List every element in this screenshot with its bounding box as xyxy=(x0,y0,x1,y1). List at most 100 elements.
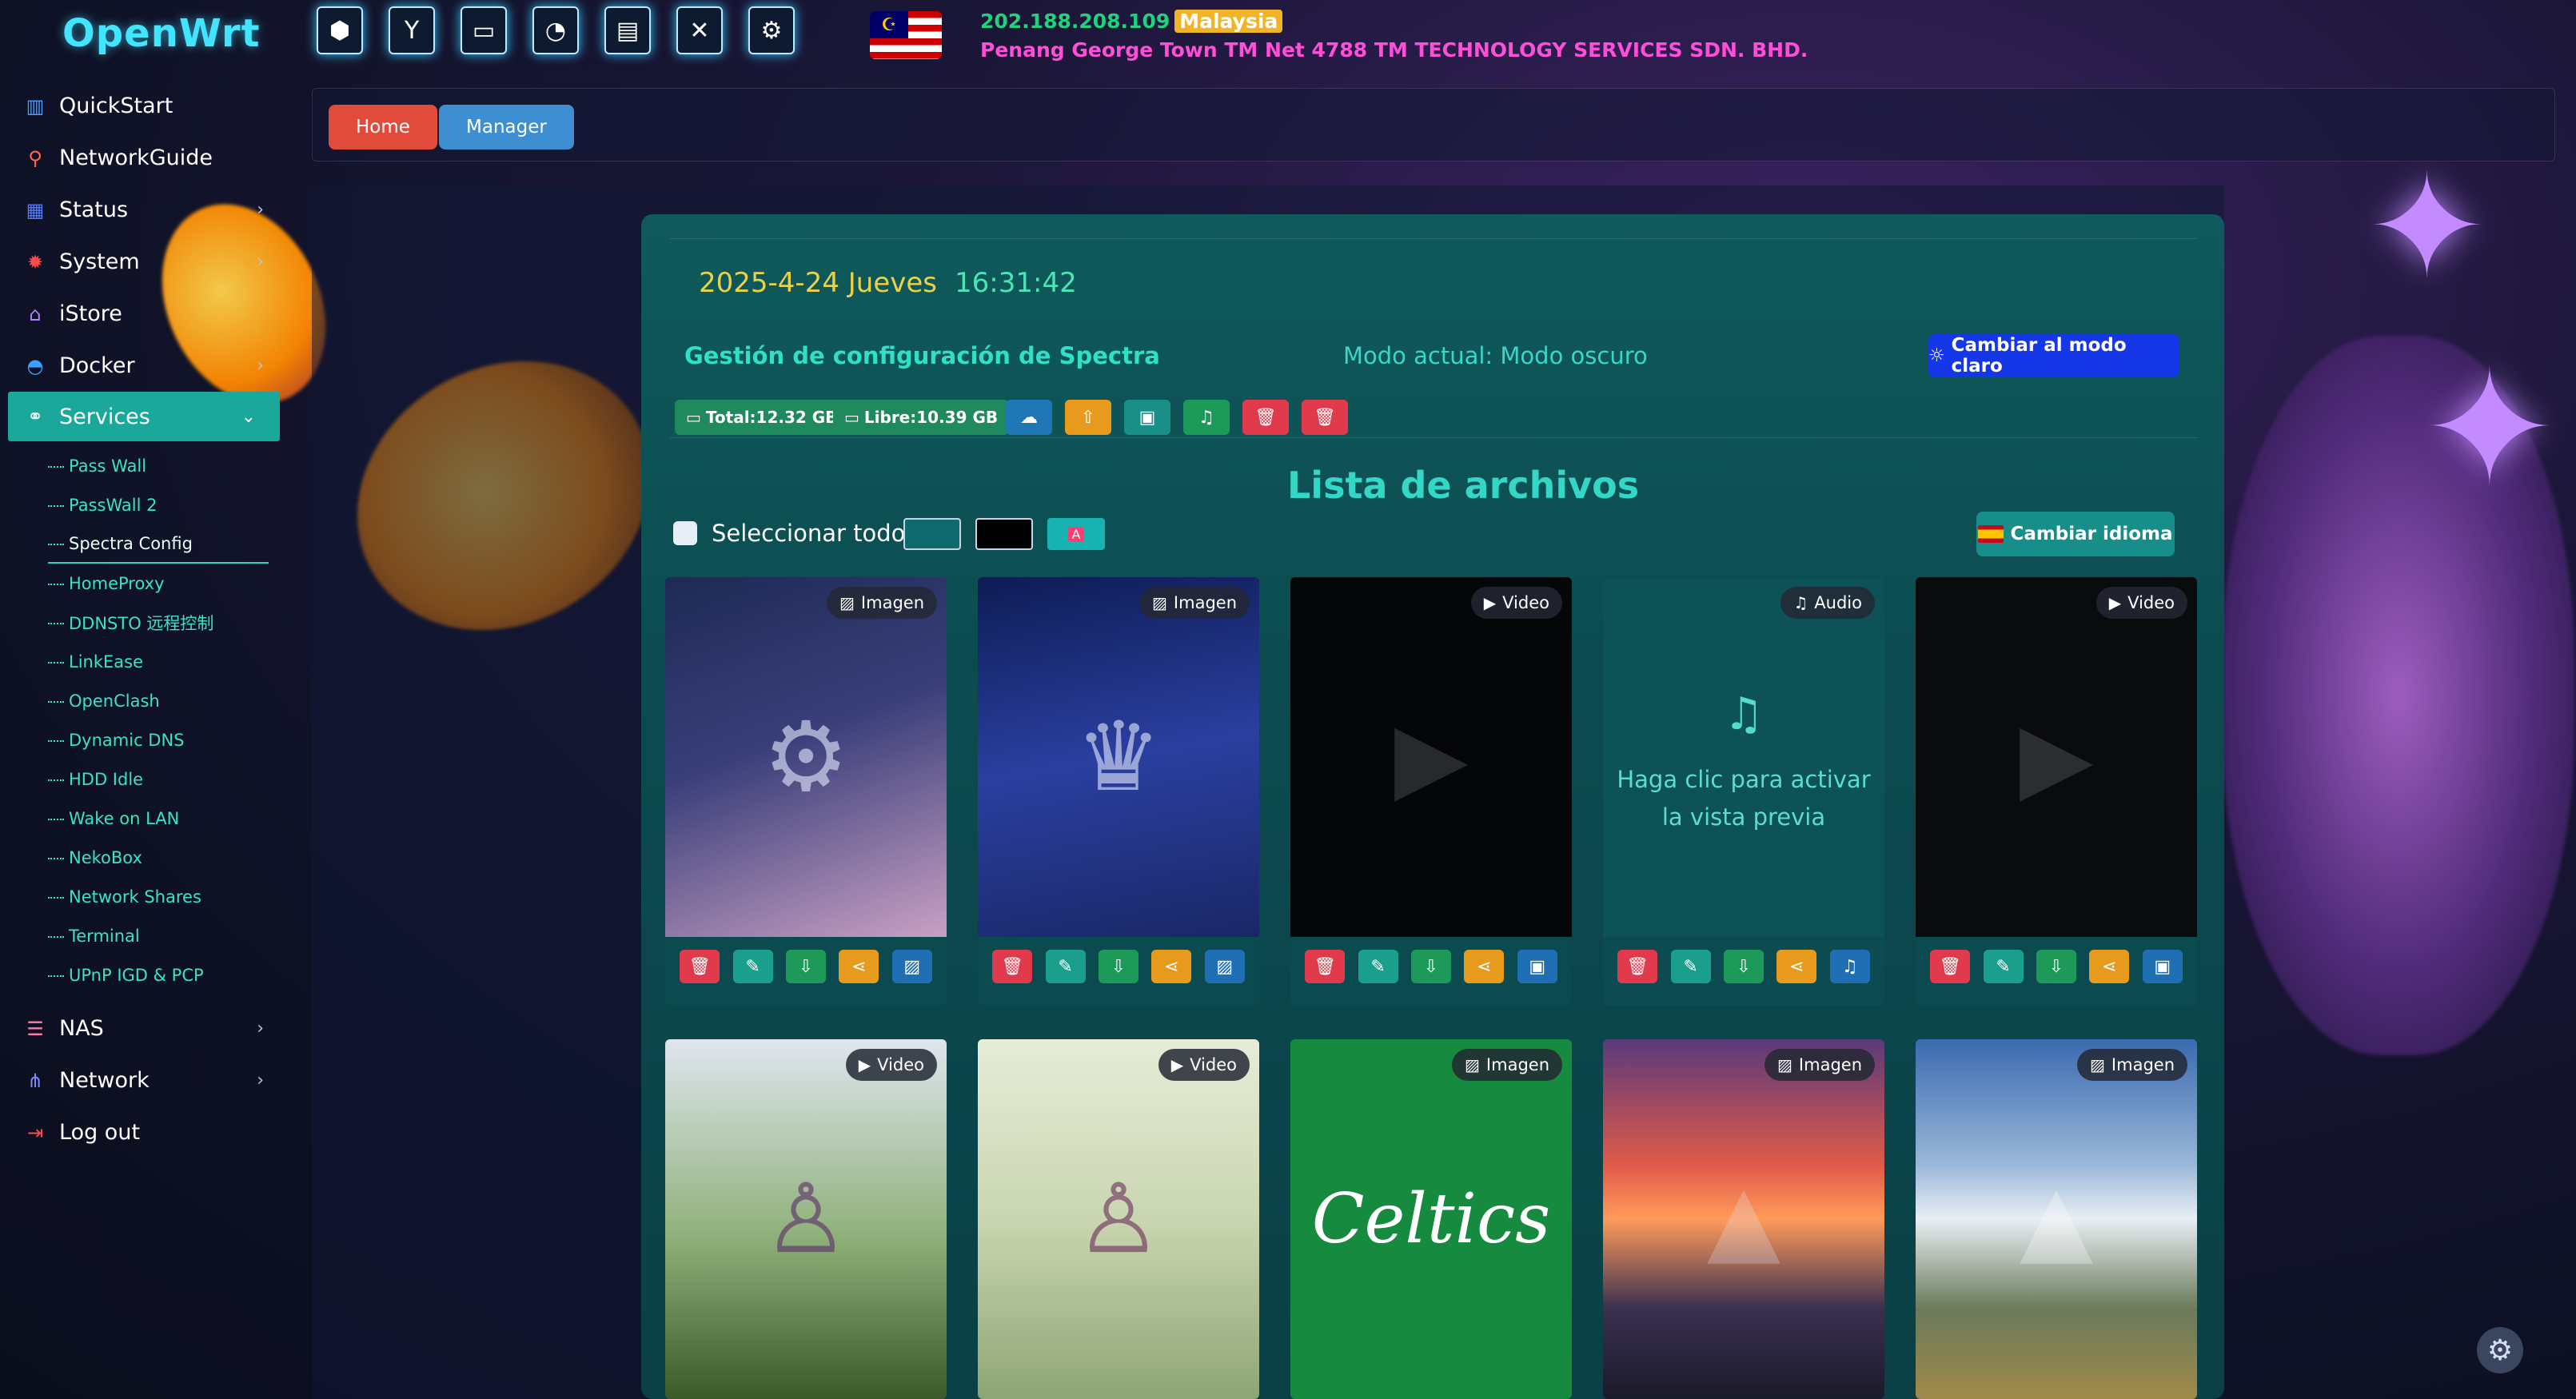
play-icon: ▶ xyxy=(858,1055,871,1074)
preview-button[interactable]: ▣ xyxy=(1517,950,1557,983)
media-card[interactable]: ▲ ▨ Imagen xyxy=(1916,1039,2197,1399)
chevron-right-icon: › xyxy=(257,356,264,376)
change-language-button[interactable]: Cambiar idioma xyxy=(1976,512,2175,556)
chart-icon[interactable]: ⬢ xyxy=(317,6,363,54)
submenu-item-current[interactable]: Spectra Config xyxy=(48,524,269,564)
sidebar-item-istore[interactable]: ⌂ iStore xyxy=(0,288,288,340)
image-thumbnail[interactable]: ♛ xyxy=(978,577,1259,937)
sidebar-item-networkguide[interactable]: ⚲ NetworkGuide xyxy=(0,132,288,184)
sidebar-item-status[interactable]: ▦ Status › xyxy=(0,184,288,236)
select-all[interactable]: Seleccionar todo xyxy=(673,520,905,547)
sidebar-item-docker[interactable]: ◓ Docker › xyxy=(0,340,288,392)
submenu-item[interactable]: HomeProxy xyxy=(48,564,288,603)
database-icon: ☰ xyxy=(26,1017,44,1040)
submenu-item[interactable]: Wake on LAN xyxy=(48,799,288,838)
yacd-icon[interactable]: Y xyxy=(389,6,435,54)
submenu-item[interactable]: OpenClash xyxy=(48,681,288,720)
media-card[interactable]: ♫ Haga clic para activar la vista previa… xyxy=(1603,577,1884,1006)
sidebar-item-logout[interactable]: ⇥ Log out xyxy=(0,1106,288,1158)
download-button[interactable]: ⇩ xyxy=(1098,950,1138,983)
settings-gear-icon[interactable]: ⚙ xyxy=(2477,1327,2523,1373)
sidebar-item-quickstart[interactable]: ▥ QuickStart xyxy=(0,80,288,132)
share-button[interactable]: ⋖ xyxy=(1776,950,1817,983)
store-icon: ⌂ xyxy=(29,302,42,325)
video-thumbnail[interactable]: ▶ xyxy=(1916,577,2197,937)
video-thumbnail[interactable]: ♙ xyxy=(978,1039,1259,1399)
media-card[interactable]: Celtics ▨ Imagen xyxy=(1290,1039,1572,1399)
submenu-item[interactable]: HDD Idle xyxy=(48,759,288,799)
download-button[interactable]: ⇩ xyxy=(785,950,826,983)
download-button[interactable]: ⇩ xyxy=(1410,950,1451,983)
media-card[interactable]: ⚙ ▨ Imagen 🗑 ✎ ⇩ ⋖ ▨ xyxy=(665,577,947,1006)
download-button[interactable]: ⇩ xyxy=(1723,950,1764,983)
breadcrumb-home[interactable]: Home xyxy=(329,105,437,149)
share-button[interactable]: ⋖ xyxy=(1464,950,1505,983)
type-label: Imagen xyxy=(1173,593,1237,612)
rename-button[interactable]: ✎ xyxy=(732,950,773,983)
submenu-item[interactable]: DDNSTO 远程控制 xyxy=(48,603,288,642)
delete-selected-button[interactable]: 🗑 xyxy=(1242,400,1289,435)
sidebar-item-network[interactable]: ⋔ Network › xyxy=(0,1054,288,1106)
brand-logo[interactable]: OpenWrt xyxy=(62,11,261,56)
submenu-item[interactable]: LinkEase xyxy=(48,642,288,681)
share-button[interactable]: ⋖ xyxy=(2089,950,2130,983)
submenu-item[interactable]: UPnP IGD & PCP xyxy=(48,955,288,994)
rename-button[interactable]: ✎ xyxy=(1045,950,1086,983)
image-thumbnail[interactable]: Celtics xyxy=(1290,1039,1572,1399)
sidebar-item-services[interactable]: ⚭ Services ⌄ xyxy=(8,392,280,441)
media-card[interactable]: ▲ ▨ Imagen xyxy=(1603,1039,1884,1399)
submenu-item[interactable]: NekoBox xyxy=(48,838,288,877)
music-player-button[interactable]: ♫ xyxy=(1183,400,1230,435)
delete-button[interactable]: 🗑 xyxy=(680,950,720,983)
submenu-item[interactable]: Pass Wall xyxy=(48,446,288,485)
download-button[interactable]: ⇩ xyxy=(2036,950,2076,983)
video-thumbnail[interactable]: ♙ xyxy=(665,1039,947,1399)
media-card[interactable]: ♙ ▶ Video xyxy=(665,1039,947,1399)
media-card[interactable]: ▶ ▶ Video 🗑 ✎ ⇩ ⋖ ▣ xyxy=(1916,577,2197,1006)
preview-button[interactable]: ▣ xyxy=(2142,950,2183,983)
color-swatch-black[interactable] xyxy=(975,518,1033,550)
delete-button[interactable]: 🗑 xyxy=(1305,950,1346,983)
rename-button[interactable]: ✎ xyxy=(1358,950,1398,983)
rename-button[interactable]: ✎ xyxy=(1670,950,1711,983)
sidebar-item-label: Network xyxy=(59,1068,150,1093)
color-swatch-teal[interactable] xyxy=(903,518,961,550)
delete-button[interactable]: 🗑 xyxy=(1617,950,1658,983)
breadcrumb-manager[interactable]: Manager xyxy=(439,105,574,149)
light-mode-button[interactable]: ☼ Cambiar al modo claro xyxy=(1928,334,2179,377)
submenu-item[interactable]: Network Shares xyxy=(48,877,288,916)
audio-preview-hint[interactable]: ♫ Haga clic para activar la vista previa xyxy=(1603,679,1884,835)
image-thumbnail[interactable]: ▲ xyxy=(1603,1039,1884,1399)
folder-icon[interactable]: ▭ xyxy=(461,6,507,54)
image-thumbnail[interactable]: ⚙ xyxy=(665,577,947,937)
delete-button[interactable]: 🗑 xyxy=(992,950,1033,983)
image-thumbnail[interactable]: ▲ xyxy=(1916,1039,2197,1399)
video-thumbnail[interactable]: ▶ xyxy=(1290,577,1572,937)
sidebar-item-system[interactable]: ✹ System › xyxy=(0,236,288,288)
submenu-item[interactable]: Terminal xyxy=(48,916,288,955)
rename-button[interactable]: ✎ xyxy=(1983,950,2024,983)
delete-button[interactable]: 🗑 xyxy=(1930,950,1971,983)
cloud-upload-button[interactable]: ☁ xyxy=(1006,400,1052,435)
share-button[interactable]: ⋖ xyxy=(839,950,879,983)
gear-icon[interactable]: ⚙ xyxy=(748,6,795,54)
upload-button[interactable]: ⇧ xyxy=(1065,400,1111,435)
font-color-button[interactable]: A xyxy=(1047,518,1105,550)
delete-all-button[interactable]: 🗑 xyxy=(1302,400,1348,435)
media-card[interactable]: ▶ ▶ Video 🗑 ✎ ⇩ ⋖ ▣ xyxy=(1290,577,1572,1006)
preview-button[interactable]: ▨ xyxy=(891,950,932,983)
media-card[interactable]: ♙ ▶ Video xyxy=(978,1039,1259,1399)
audio-thumbnail[interactable]: ♫ Haga clic para activar la vista previa xyxy=(1603,577,1884,937)
video-player-button[interactable]: ▣ xyxy=(1124,400,1170,435)
submenu-item[interactable]: Dynamic DNS xyxy=(48,720,288,759)
speed-icon[interactable]: ◔ xyxy=(532,6,579,54)
preview-button[interactable]: ▨ xyxy=(1204,950,1245,983)
window-icon[interactable]: ▤ xyxy=(604,6,651,54)
media-card[interactable]: ♛ ▨ Imagen 🗑 ✎ ⇩ ⋖ ▨ xyxy=(978,577,1259,1006)
sidebar-item-nas[interactable]: ☰ NAS › xyxy=(0,1002,288,1054)
share-button[interactable]: ⋖ xyxy=(1151,950,1192,983)
select-all-checkbox[interactable] xyxy=(673,521,697,545)
tools-icon[interactable]: ✕ xyxy=(676,6,723,54)
play-audio-button[interactable]: ♫ xyxy=(1829,950,1870,983)
submenu-item[interactable]: PassWall 2 xyxy=(48,485,288,524)
